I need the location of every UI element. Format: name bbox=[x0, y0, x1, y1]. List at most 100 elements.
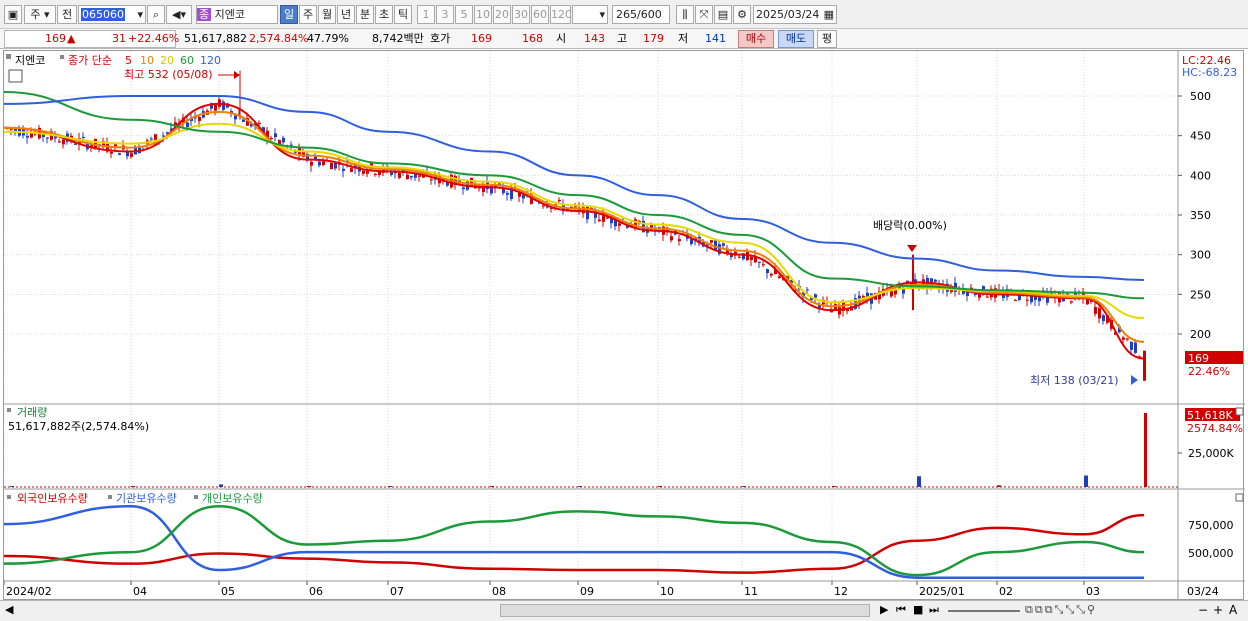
quote-ask: 168 bbox=[522, 32, 543, 45]
price-tick-label: 200 bbox=[1190, 328, 1211, 341]
candle-body bbox=[366, 171, 369, 174]
stock-name-field[interactable]: 종 지엔코 bbox=[196, 5, 278, 24]
chart-svg: 지엔코 종가 단순 5 10 20 60 120 LC:22.46 HC:-68… bbox=[3, 51, 1245, 601]
vol-close-icon[interactable] bbox=[1235, 407, 1244, 416]
tf-second[interactable]: 초 bbox=[375, 5, 393, 24]
drawing-tools-icon[interactable]: ⧉⧉⧉⤡⤡⤡⚲ bbox=[1025, 603, 1097, 617]
candle-body bbox=[1102, 315, 1105, 322]
hold-y-tick-750k: 750,000 bbox=[1188, 519, 1234, 532]
candle-body bbox=[278, 140, 281, 145]
quote-turnover: 47.79% bbox=[307, 32, 349, 45]
holdings-line-individual bbox=[3, 504, 1145, 577]
bottom-scrollbar: ◀ ▶ ⏮ ■ ⏭ ⧉⧉⧉⤡⤡⤡⚲ − + A bbox=[0, 600, 1248, 621]
candle-body bbox=[274, 133, 277, 138]
x-tick-label: 10 bbox=[660, 585, 674, 598]
candle-body bbox=[1098, 308, 1101, 319]
interval-select[interactable]: ▾ bbox=[572, 5, 608, 24]
x-tick-label: 05 bbox=[221, 585, 235, 598]
candle-body bbox=[322, 161, 325, 165]
price-tick-label: 350 bbox=[1190, 209, 1211, 222]
volume-bar bbox=[1084, 475, 1088, 487]
price-tick-label: 450 bbox=[1190, 130, 1211, 143]
legend-individual: 개인보유수량 bbox=[202, 492, 263, 505]
date-field[interactable]: 2025/03/24 ▦ bbox=[753, 5, 837, 24]
candle-body bbox=[150, 138, 153, 140]
candle-body bbox=[410, 176, 413, 178]
gear-icon[interactable]: ⚙ bbox=[733, 5, 751, 24]
up-arrow-icon: ▲ bbox=[67, 32, 76, 45]
speaker-icon[interactable]: ◀▾ bbox=[166, 5, 192, 24]
interval-30[interactable]: 30 bbox=[512, 5, 530, 24]
price-tick-label: 500 bbox=[1190, 90, 1211, 103]
font-size-icon[interactable]: A bbox=[1229, 603, 1237, 617]
volume-bar bbox=[1144, 413, 1147, 487]
candle-body bbox=[258, 122, 261, 124]
avg-button[interactable]: 평 bbox=[817, 30, 837, 48]
interval-60[interactable]: 60 bbox=[531, 5, 549, 24]
x-tick-label: 12 bbox=[834, 585, 848, 598]
candle-body bbox=[198, 116, 201, 121]
zoom-out-icon[interactable]: − bbox=[1198, 603, 1208, 617]
save-icon[interactable]: ▤ bbox=[714, 5, 732, 24]
search-icon[interactable]: ⌕ bbox=[147, 5, 165, 24]
price-tick-label: 300 bbox=[1190, 249, 1211, 262]
candle-body bbox=[58, 141, 61, 143]
code-input[interactable]: 065060 ▾ bbox=[78, 5, 146, 24]
interval-120[interactable]: 120 bbox=[550, 5, 571, 24]
candle-body bbox=[362, 170, 365, 174]
candle-body bbox=[618, 223, 621, 226]
x-tick-label: 2025/01 bbox=[919, 585, 965, 598]
buy-button[interactable]: 매수 bbox=[738, 30, 774, 48]
scroll-thumb[interactable] bbox=[500, 604, 870, 617]
grid-toggle-icon[interactable] bbox=[8, 69, 23, 83]
zoom-slider[interactable] bbox=[948, 610, 1020, 612]
candle-body bbox=[1134, 342, 1137, 353]
layout-icon[interactable]: ▣ bbox=[4, 5, 22, 24]
interval-5[interactable]: 5 bbox=[455, 5, 473, 24]
calendar-icon[interactable]: ▦ bbox=[824, 6, 834, 23]
candle-body bbox=[242, 119, 245, 122]
line-tool-icon[interactable]: ⤧ bbox=[695, 5, 713, 24]
x-tick-label: 04 bbox=[133, 585, 147, 598]
candle-body bbox=[986, 296, 989, 298]
candle-body bbox=[758, 261, 761, 263]
legend-institution: 기관보유수량 bbox=[116, 492, 177, 505]
tf-tick[interactable]: 틱 bbox=[394, 5, 412, 24]
prev-button[interactable]: 전 bbox=[57, 5, 77, 24]
tf-day[interactable]: 일 bbox=[280, 5, 298, 24]
candle-body bbox=[82, 136, 85, 138]
first-icon[interactable]: ⏮ bbox=[896, 603, 906, 617]
last-icon[interactable]: ⏭ bbox=[929, 603, 939, 617]
sell-button[interactable]: 매도 bbox=[778, 30, 814, 48]
candle-body bbox=[270, 137, 273, 139]
interval-20[interactable]: 20 bbox=[493, 5, 511, 24]
count-field[interactable]: 265/600 bbox=[612, 5, 670, 24]
quote-volume: 51,617,882 bbox=[184, 32, 247, 45]
zoom-in-icon[interactable]: + bbox=[1213, 603, 1223, 617]
tf-week[interactable]: 주 bbox=[299, 5, 317, 24]
scroll-right-icon[interactable]: ▶ bbox=[880, 603, 888, 616]
interval-3[interactable]: 3 bbox=[436, 5, 454, 24]
stock-name: 지엔코 bbox=[214, 8, 245, 21]
stop-icon[interactable]: ■ bbox=[913, 603, 923, 616]
period-select[interactable]: 주 ▾ bbox=[24, 5, 56, 24]
tf-year[interactable]: 년 bbox=[337, 5, 355, 24]
interval-1[interactable]: 1 bbox=[417, 5, 435, 24]
candle-body bbox=[94, 138, 97, 148]
candle-body bbox=[110, 151, 113, 154]
interval-10[interactable]: 10 bbox=[474, 5, 492, 24]
candle-body bbox=[678, 239, 681, 242]
tf-month[interactable]: 월 bbox=[318, 5, 336, 24]
pct-tag: 22.46% bbox=[1188, 365, 1230, 378]
candle-body bbox=[710, 240, 713, 243]
candle-body bbox=[310, 161, 313, 166]
tf-minute[interactable]: 분 bbox=[356, 5, 374, 24]
quote-low: 141 bbox=[705, 32, 726, 45]
scroll-left-icon[interactable]: ◀ bbox=[5, 603, 13, 616]
hc-label: HC:-68.23 bbox=[1182, 66, 1237, 79]
volume-subtitle: 51,617,882주(2,574.84%) bbox=[8, 420, 149, 433]
candle-body bbox=[214, 104, 217, 111]
hold-close-icon[interactable] bbox=[1235, 493, 1244, 502]
candle-icon[interactable]: ⫼ bbox=[676, 5, 694, 24]
candle-body bbox=[406, 174, 409, 180]
